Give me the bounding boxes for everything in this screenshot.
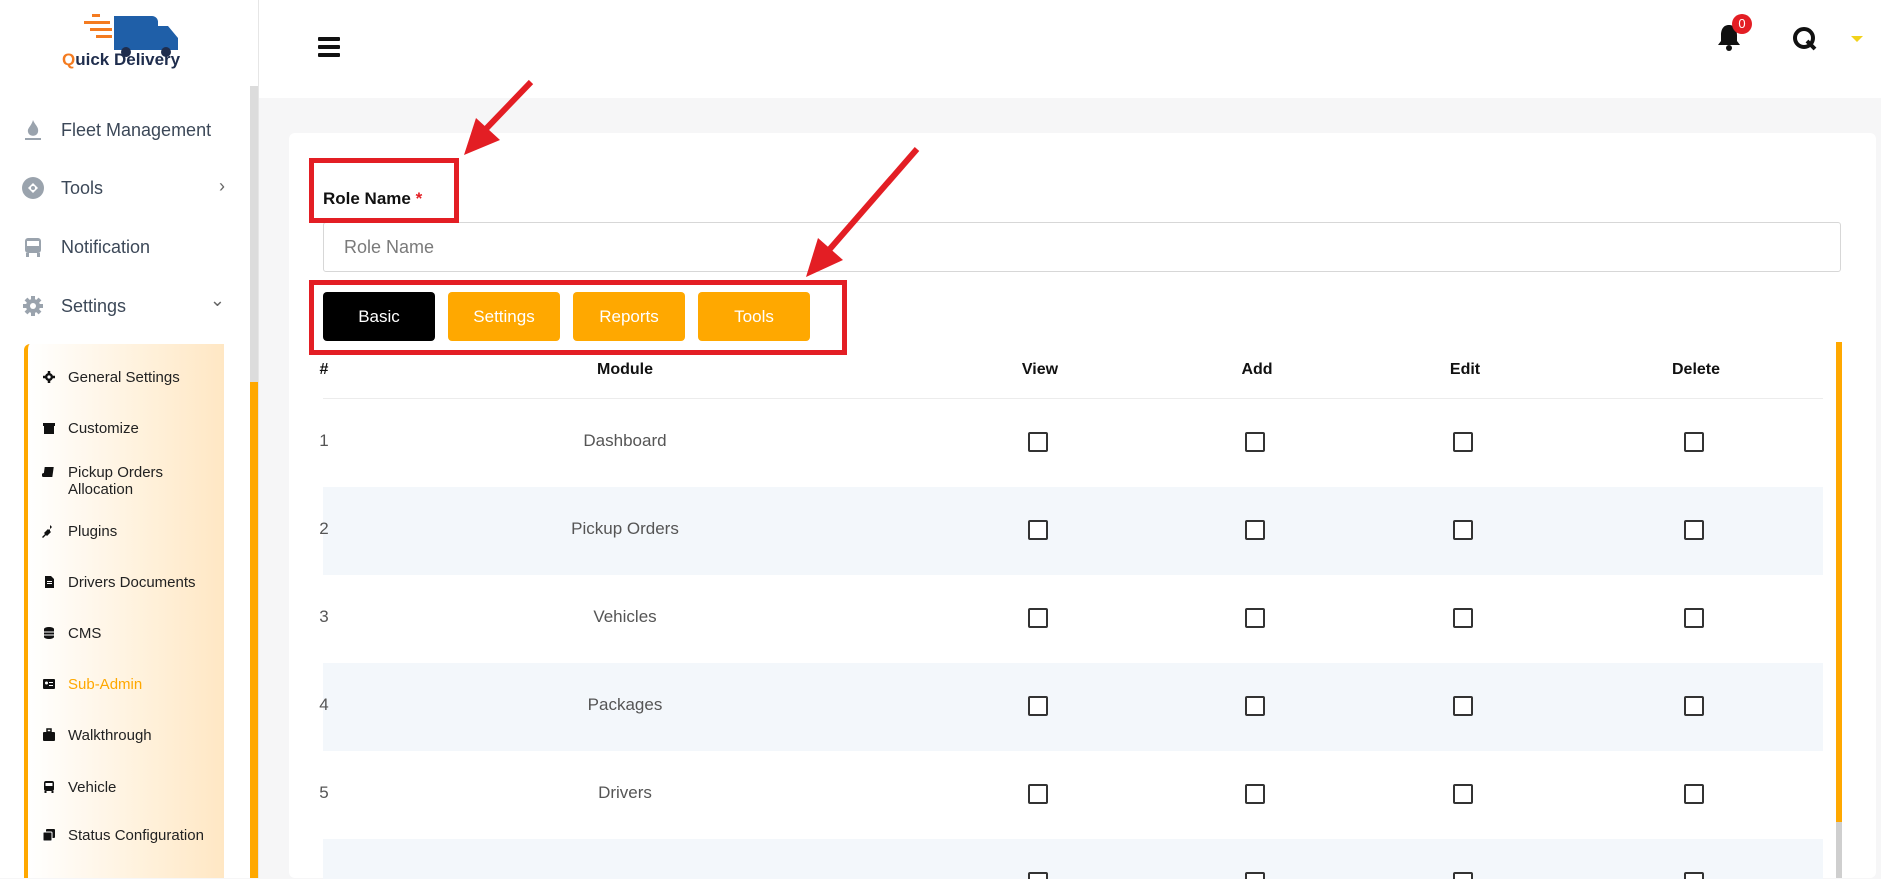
row-number: 4 (319, 695, 329, 714)
brand-name: Quick Delivery (62, 50, 181, 69)
role-name-input[interactable] (323, 222, 1841, 272)
flame-icon (20, 117, 46, 143)
delete-checkbox[interactable] (1684, 520, 1704, 540)
table-scrollbar[interactable] (1836, 822, 1842, 878)
sidebar-item-notification[interactable]: Notification (20, 229, 235, 265)
user-avatar[interactable] (1792, 26, 1818, 52)
add-checkbox[interactable] (1245, 520, 1265, 540)
submenu-item-pickup-orders-allocation[interactable]: Pickup Orders Allocation (42, 464, 217, 498)
file-icon (45, 576, 54, 588)
column-header: Edit (1449, 361, 1481, 378)
tools-icon (20, 175, 46, 201)
id-card-icon (43, 679, 55, 689)
submenu-item-status-configuration[interactable]: Status Configuration (42, 827, 217, 844)
edit-checkbox[interactable] (1453, 696, 1473, 716)
table-row: 5 Drivers (319, 751, 1823, 839)
settings-submenu: General Settings Customize Pickup Orders… (24, 344, 224, 878)
briefcase-icon (43, 728, 55, 741)
row-number: 1 (319, 431, 329, 450)
table-row: 4 Packages (319, 663, 1823, 751)
submenu-item-label: Customize (68, 420, 139, 437)
submenu-item-drivers-documents[interactable]: Drivers Documents (42, 574, 217, 591)
submenu-item-label: Sub-Admin (68, 676, 143, 693)
column-header: Delete (1671, 361, 1721, 378)
database-icon (44, 627, 54, 639)
sidebar-item-fleet-management[interactable]: Fleet Management (20, 112, 235, 148)
gear-icon (20, 293, 46, 319)
book-icon (42, 467, 54, 477)
column-header: Module (597, 361, 653, 378)
module-name: Pickup Orders (571, 519, 679, 538)
plug-icon (42, 525, 52, 538)
sidebar-item-label: Settings (61, 295, 127, 316)
submenu-item-sub-admin[interactable]: Sub-Admin (42, 676, 217, 693)
row-number: 5 (319, 783, 329, 802)
edit-checkbox[interactable] (1453, 432, 1473, 452)
table-row (323, 839, 1823, 879)
table-row: 1 Dashboard (319, 399, 1823, 487)
chevron-right-icon: › (219, 176, 225, 196)
submenu-item-label: CMS (68, 625, 102, 642)
archive-icon (43, 423, 55, 434)
bus-icon (20, 234, 46, 260)
submenu-item-walkthrough[interactable]: Walkthrough (42, 727, 217, 744)
table-scrollbar-thumb[interactable] (1836, 342, 1842, 822)
submenu-item-label: Pickup Orders Allocation (68, 464, 164, 498)
delete-checkbox[interactable] (1684, 696, 1704, 716)
gear-icon (43, 371, 55, 383)
submenu-item-label: Drivers Documents (68, 574, 196, 591)
chevron-down-icon: ⌄ (209, 290, 225, 310)
submenu-item-label: Status Configuration (68, 827, 204, 844)
add-checkbox[interactable] (1245, 696, 1265, 716)
sidebar-scrollbar-thumb[interactable] (250, 382, 258, 878)
submenu-item-plugins[interactable]: Plugins (42, 523, 217, 540)
sidebar-item-label: Tools (61, 177, 104, 198)
sidebar-item-label: Fleet Management (61, 119, 212, 140)
submenu-item-label: Plugins (68, 523, 118, 540)
module-name: Vehicles (593, 607, 657, 626)
sidebar-item-label: Notification (61, 236, 151, 257)
submenu-item-label: Vehicle (68, 779, 117, 796)
edit-checkbox[interactable] (1453, 784, 1473, 804)
add-checkbox[interactable] (1245, 432, 1265, 452)
module-name: Dashboard (583, 431, 667, 450)
column-header: View (1021, 361, 1059, 378)
submenu-item-label: General Settings (68, 369, 180, 386)
sidebar-item-settings[interactable]: Settings ⌄ (20, 288, 235, 324)
view-checkbox[interactable] (1028, 784, 1048, 804)
submenu-item-cms[interactable]: CMS (42, 625, 217, 642)
row-number: 2 (319, 519, 329, 538)
notification-count-badge: 0 (1732, 14, 1752, 34)
module-name: Drivers (598, 783, 652, 802)
delete-checkbox[interactable] (1684, 784, 1704, 804)
top-bar (259, 0, 1881, 98)
edit-checkbox[interactable] (1453, 608, 1473, 628)
bus-icon (44, 781, 54, 793)
delete-checkbox[interactable] (1684, 608, 1704, 628)
submenu-item-customize[interactable]: Customize (42, 420, 217, 437)
edit-checkbox[interactable] (1453, 520, 1473, 540)
view-checkbox[interactable] (1028, 696, 1048, 716)
view-checkbox[interactable] (1028, 520, 1048, 540)
sidebar-item-tools[interactable]: Tools › (20, 170, 235, 206)
row-number: 3 (319, 607, 329, 626)
view-checkbox[interactable] (1028, 432, 1048, 452)
table-row: 2 Pickup Orders (319, 487, 1823, 575)
column-header: # (319, 361, 329, 378)
table-row: 3 Vehicles (319, 575, 1823, 663)
module-name: Packages (587, 695, 663, 714)
copy-icon (42, 829, 55, 842)
submenu-item-general-settings[interactable]: General Settings (42, 369, 217, 386)
highlight-box-tabs (309, 280, 847, 355)
add-checkbox[interactable] (1245, 608, 1265, 628)
add-checkbox[interactable] (1245, 784, 1265, 804)
column-header: Add (1241, 361, 1273, 378)
submenu-item-vehicle[interactable]: Vehicle (42, 779, 217, 796)
submenu-item-label: Walkthrough (68, 727, 152, 744)
delete-checkbox[interactable] (1684, 432, 1704, 452)
highlight-box-role-name (309, 158, 459, 223)
user-menu-caret-icon[interactable] (1851, 36, 1863, 42)
menu-toggle-icon[interactable] (318, 37, 340, 57)
view-checkbox[interactable] (1028, 608, 1048, 628)
